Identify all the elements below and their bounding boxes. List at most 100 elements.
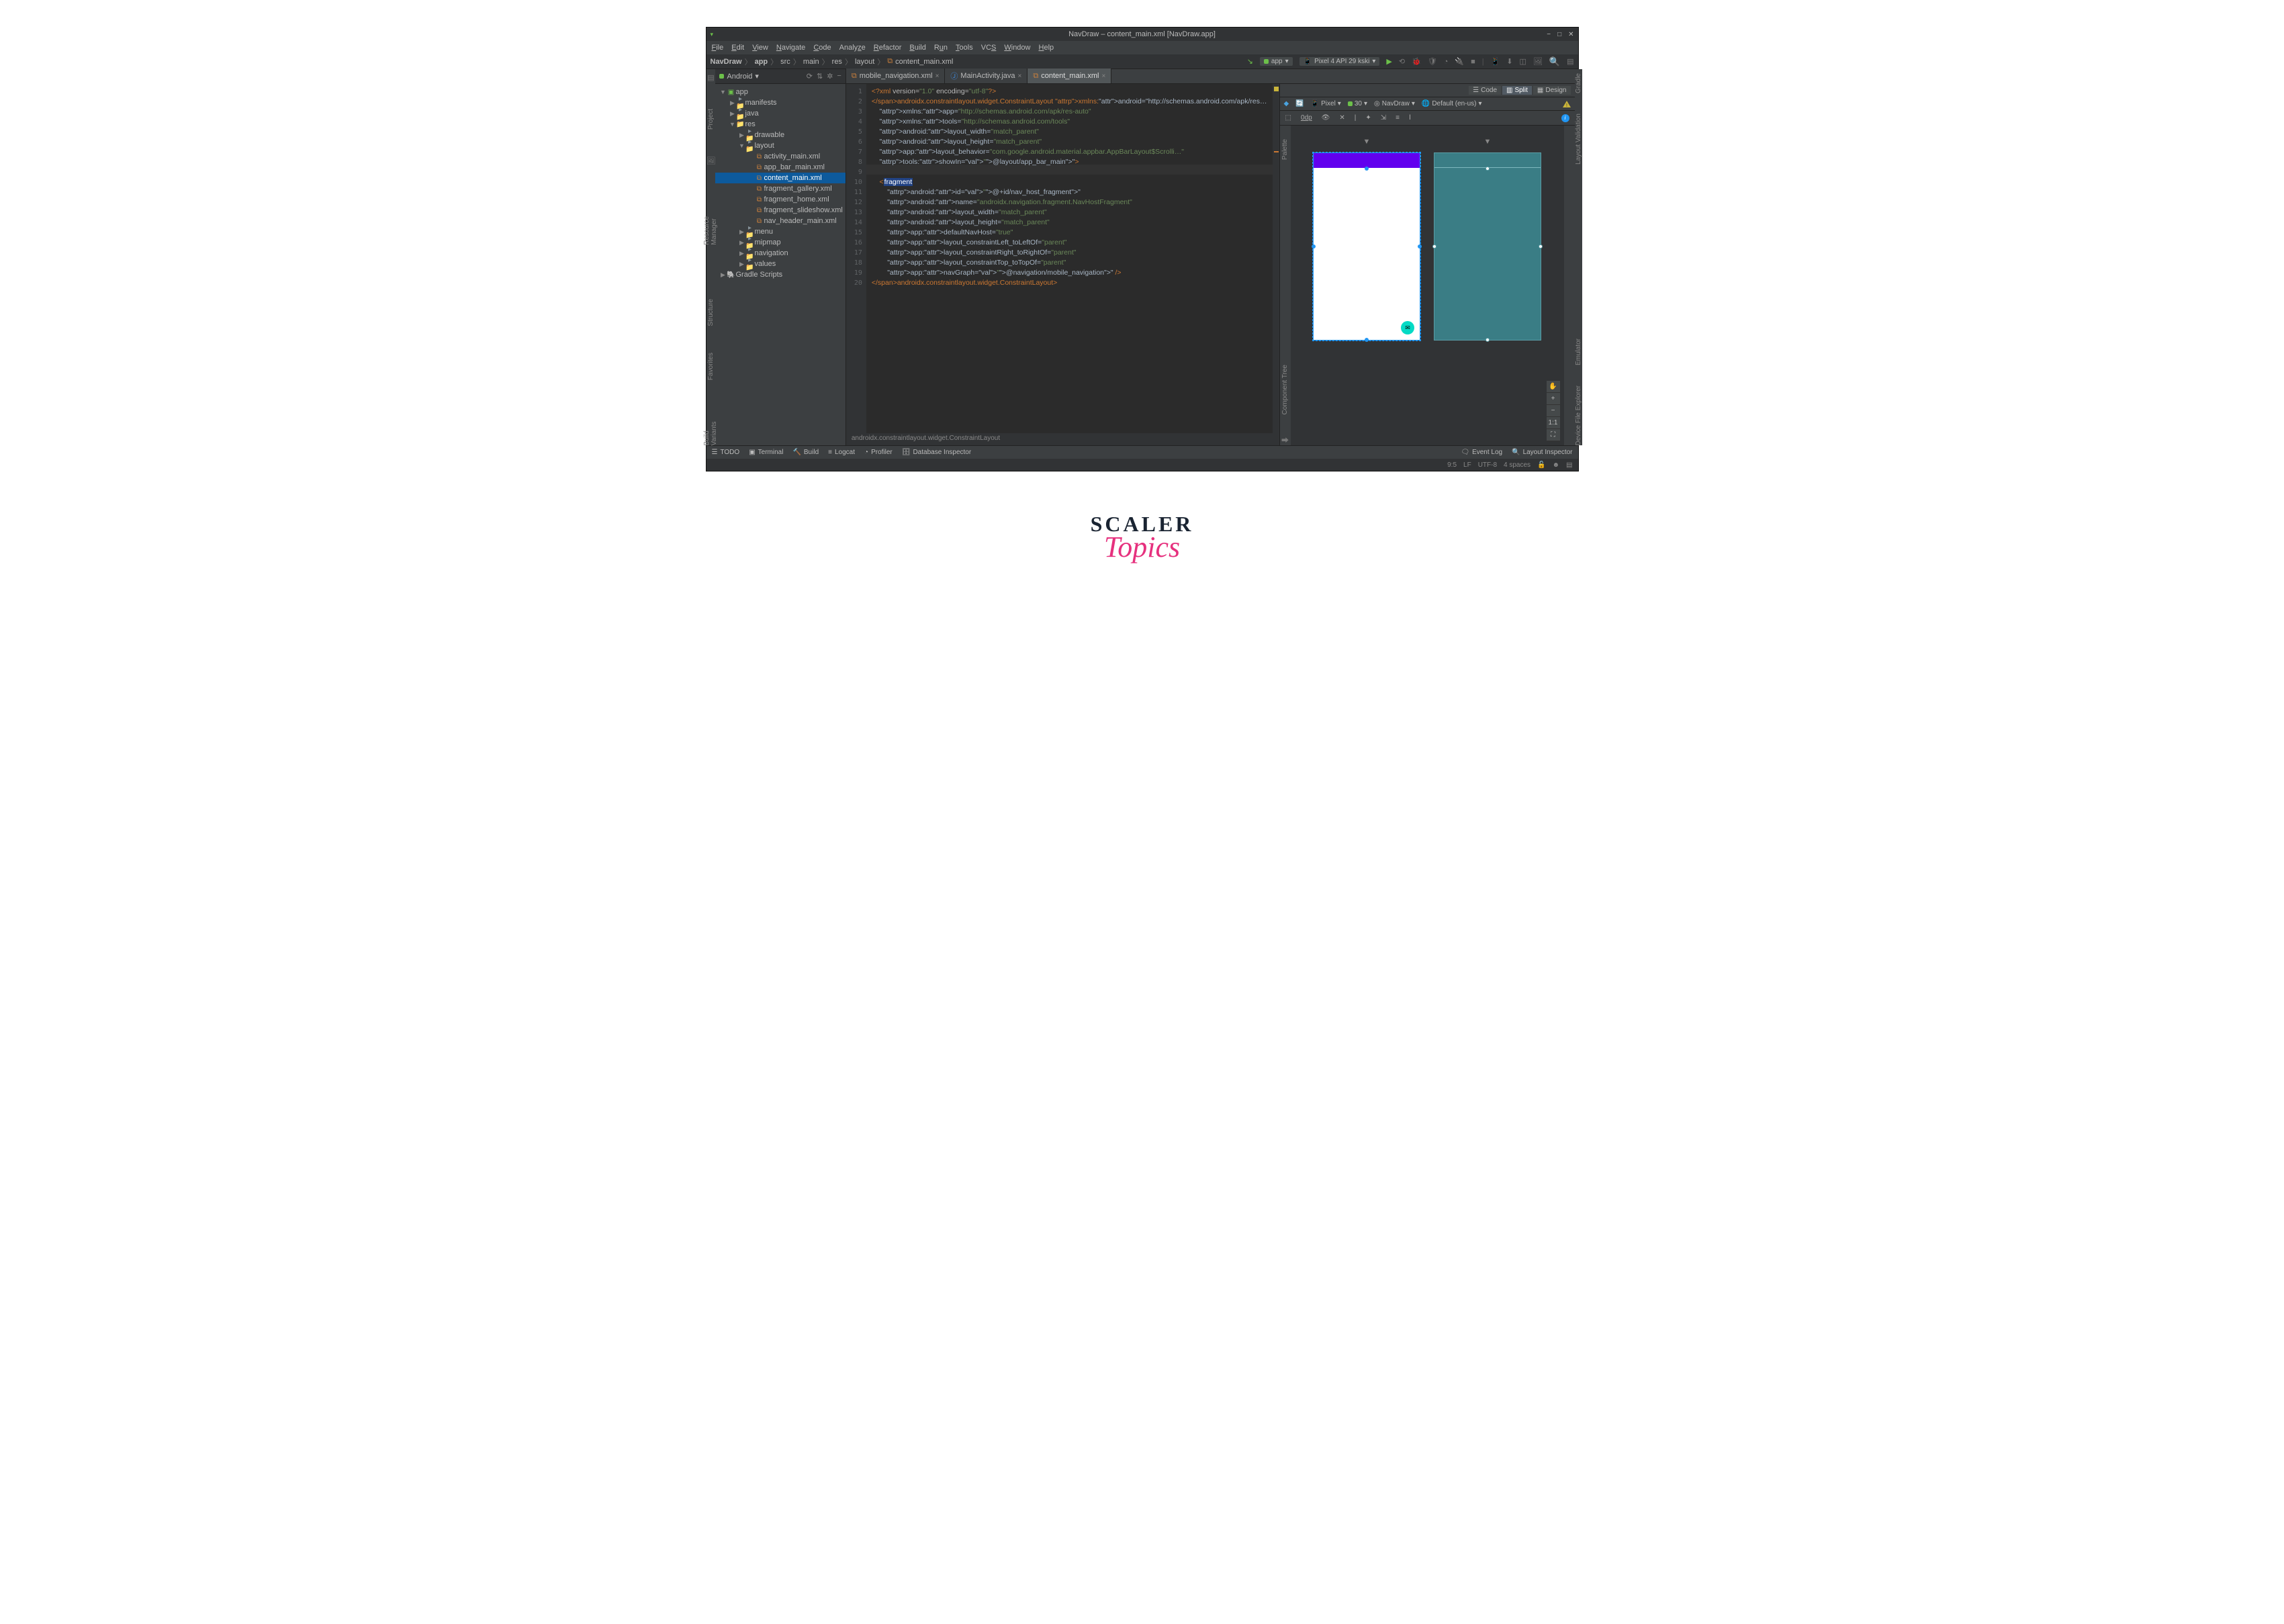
zoom-out-button[interactable]: − — [1547, 405, 1560, 417]
layout-inspector-icon[interactable]: ◫ — [1520, 57, 1526, 66]
menu-run[interactable]: Run — [934, 44, 948, 52]
info-icon[interactable]: i — [1561, 114, 1569, 122]
attach-debugger-icon[interactable]: 🔌 — [1455, 57, 1464, 66]
tree-item[interactable]: ▼▣app — [715, 87, 845, 97]
align-icon[interactable]: ≡ — [1396, 114, 1400, 122]
tree-item[interactable]: ▶▸📁menu — [715, 226, 845, 237]
tree-item[interactable]: ▶▸📁navigation — [715, 248, 845, 259]
tree-item[interactable]: ▶▸📁java — [715, 108, 845, 119]
apply-changes-icon[interactable]: ⟲ — [1399, 57, 1405, 66]
toggle-visibility-icon[interactable]: 👁 — [1322, 114, 1330, 122]
project-view-selector[interactable]: Android ▾ — [719, 72, 758, 81]
app-menu-icon[interactable]: ▾ — [711, 31, 714, 38]
search-everywhere-icon[interactable]: 🔍 — [1549, 56, 1560, 67]
close-tab-icon[interactable]: × — [1018, 73, 1022, 80]
menu-code[interactable]: Code — [813, 44, 831, 52]
run-config-selector[interactable]: app ▾ — [1260, 57, 1293, 66]
close-tab-icon[interactable]: × — [935, 73, 940, 80]
stop-button[interactable]: ■ — [1471, 58, 1475, 66]
profiler-tool-tab[interactable]: ◔ Profiler — [864, 449, 893, 456]
layout-inspector-tool-tab[interactable]: 🔍 Layout Inspector — [1512, 449, 1572, 456]
editor-breadcrumb[interactable]: androidx.constraintlayout.widget.Constra… — [846, 433, 1279, 445]
database-inspector-tool-tab[interactable]: 🗄 Database Inspector — [902, 449, 971, 456]
menu-build[interactable]: Build — [909, 44, 925, 52]
resource-manager-tool-icon[interactable]: 🖼 — [706, 156, 716, 165]
tree-item[interactable]: ⧉activity_main.xml — [715, 151, 845, 162]
default-margins-value[interactable]: 0dp — [1301, 114, 1312, 122]
theme-selector[interactable]: ◎ NavDraw ▾ — [1374, 100, 1415, 107]
menu-edit[interactable]: Edit — [731, 44, 744, 52]
sidebar-tool-settings[interactable]: ✲ — [827, 72, 833, 81]
device-preview-design[interactable]: ▼ ✉ — [1313, 152, 1420, 432]
profiler-icon[interactable]: ◔ — [1444, 58, 1449, 66]
resource-manager-tool-tab[interactable]: Resource Manager — [703, 192, 718, 245]
device-file-explorer-tool-tab[interactable]: Device File Explorer — [1575, 386, 1582, 445]
menu-window[interactable]: Window — [1004, 44, 1030, 52]
pan-tool-icon[interactable]: ✋ — [1547, 381, 1560, 393]
component-tree-tab[interactable]: Component Tree — [1281, 365, 1289, 415]
layout-warning-icon[interactable]: ! — [1563, 101, 1571, 107]
code-content[interactable]: <?xml version="1.0" encoding="utf-8"?> <… — [872, 87, 1267, 288]
view-mode-split[interactable]: ▥ Split — [1502, 86, 1532, 95]
avd-manager-icon[interactable]: 📱 — [1491, 57, 1500, 66]
component-tree-toggle-icon[interactable]: ⮕ — [1281, 435, 1289, 445]
menu-analyze[interactable]: Analyze — [839, 44, 866, 52]
tree-item[interactable]: ⧉fragment_home.xml — [715, 194, 845, 205]
tree-item[interactable]: ⧉nav_header_main.xml — [715, 216, 845, 226]
coverage-icon[interactable]: 🛡 — [1428, 57, 1437, 66]
build-tool-tab[interactable]: 🔨 Build — [792, 449, 819, 456]
tree-item[interactable]: ▶▸📁mipmap — [715, 237, 845, 248]
device-preview-selector[interactable]: 📱 Pixel ▾ — [1311, 100, 1341, 107]
sidebar-tool-sort[interactable]: ⇅ — [817, 72, 823, 81]
build-variants-tool-tab[interactable]: Build Variants — [703, 408, 718, 445]
menu-refactor[interactable]: Refactor — [874, 44, 902, 52]
window-maximize-icon[interactable]: □ — [1557, 31, 1561, 38]
pack-icon[interactable]: ⇲ — [1381, 114, 1386, 122]
gradle-tool-tab[interactable]: Gradle — [1575, 73, 1582, 93]
device-selector[interactable]: 📱 Pixel 4 API 29 kski ▾ — [1299, 57, 1380, 66]
surface-selector[interactable]: ◆ — [1284, 100, 1289, 107]
clear-constraints-icon[interactable]: ✕ — [1339, 114, 1344, 122]
tree-item[interactable]: ⧉fragment_slideshow.xml — [715, 205, 845, 216]
api-level-selector[interactable]: 30 ▾ — [1348, 100, 1367, 107]
zoom-fit-button[interactable]: ⛶ — [1547, 429, 1560, 441]
menu-help[interactable]: Help — [1039, 44, 1054, 52]
terminal-tool-tab[interactable]: ▣ Terminal — [749, 449, 783, 456]
status-encoding[interactable]: UTF-8 — [1478, 461, 1497, 469]
editor-tab-mainactivity[interactable]: ⒿMainActivity.java× — [945, 69, 1027, 83]
guidelines-icon[interactable]: Ⅰ — [1409, 114, 1411, 122]
sidebar-tool-hide[interactable]: − — [837, 72, 841, 81]
tree-item[interactable]: ▼▸📁layout — [715, 140, 845, 151]
status-memory-icon[interactable]: ▤ — [1566, 461, 1572, 469]
favorites-tool-tab[interactable]: Favorites — [707, 353, 715, 380]
resource-manager-icon[interactable]: 🖼 — [1533, 57, 1543, 66]
sdk-manager-icon[interactable]: ⬇ — [1506, 57, 1512, 66]
project-tool-icon[interactable]: ▤ — [707, 73, 714, 82]
locale-selector[interactable]: 🌐 Default (en-us) ▾ — [1422, 100, 1482, 107]
sidebar-tool-select-opened[interactable]: ⟳ — [807, 72, 813, 81]
device-preview-blueprint[interactable]: ▼ — [1434, 152, 1541, 432]
zoom-in-button[interactable]: + — [1547, 393, 1560, 405]
code-editor[interactable]: 1234567891011121314151617181920 <?xml ve… — [846, 84, 1279, 433]
status-inspection-icon[interactable]: ☻ — [1553, 461, 1560, 469]
emulator-tool-tab[interactable]: Emulator — [1575, 339, 1582, 365]
editor-tab-mobile-navigation[interactable]: ⧉mobile_navigation.xml× — [846, 69, 946, 83]
structure-tool-tab[interactable]: Structure — [707, 299, 715, 326]
view-mode-design[interactable]: ▦ Design — [1533, 86, 1571, 95]
tree-item[interactable]: ⧉fragment_gallery.xml — [715, 183, 845, 194]
tree-item[interactable]: ⧉app_bar_main.xml — [715, 162, 845, 173]
window-minimize-icon[interactable]: − — [1547, 31, 1551, 38]
layout-validation-tool-tab[interactable]: Layout Validation — [1575, 114, 1582, 165]
tree-item[interactable]: ▼📁res — [715, 119, 845, 130]
menu-vcs[interactable]: VCS — [981, 44, 997, 52]
menu-file[interactable]: FFileile — [712, 44, 724, 52]
tree-item[interactable]: ▶🐘Gradle Scripts — [715, 269, 845, 280]
tree-item[interactable]: ▶▸📁manifests — [715, 97, 845, 108]
run-button[interactable]: ▶ — [1386, 57, 1391, 66]
status-line-separator[interactable]: LF — [1463, 461, 1471, 469]
event-log-tool-tab[interactable]: 🗨 Event Log — [1461, 449, 1502, 456]
warning-marker-icon[interactable] — [1274, 87, 1279, 91]
editor-error-stripe[interactable] — [1273, 84, 1279, 433]
zoom-100-button[interactable]: 1:1 — [1547, 417, 1560, 429]
menu-navigate[interactable]: Navigate — [776, 44, 805, 52]
